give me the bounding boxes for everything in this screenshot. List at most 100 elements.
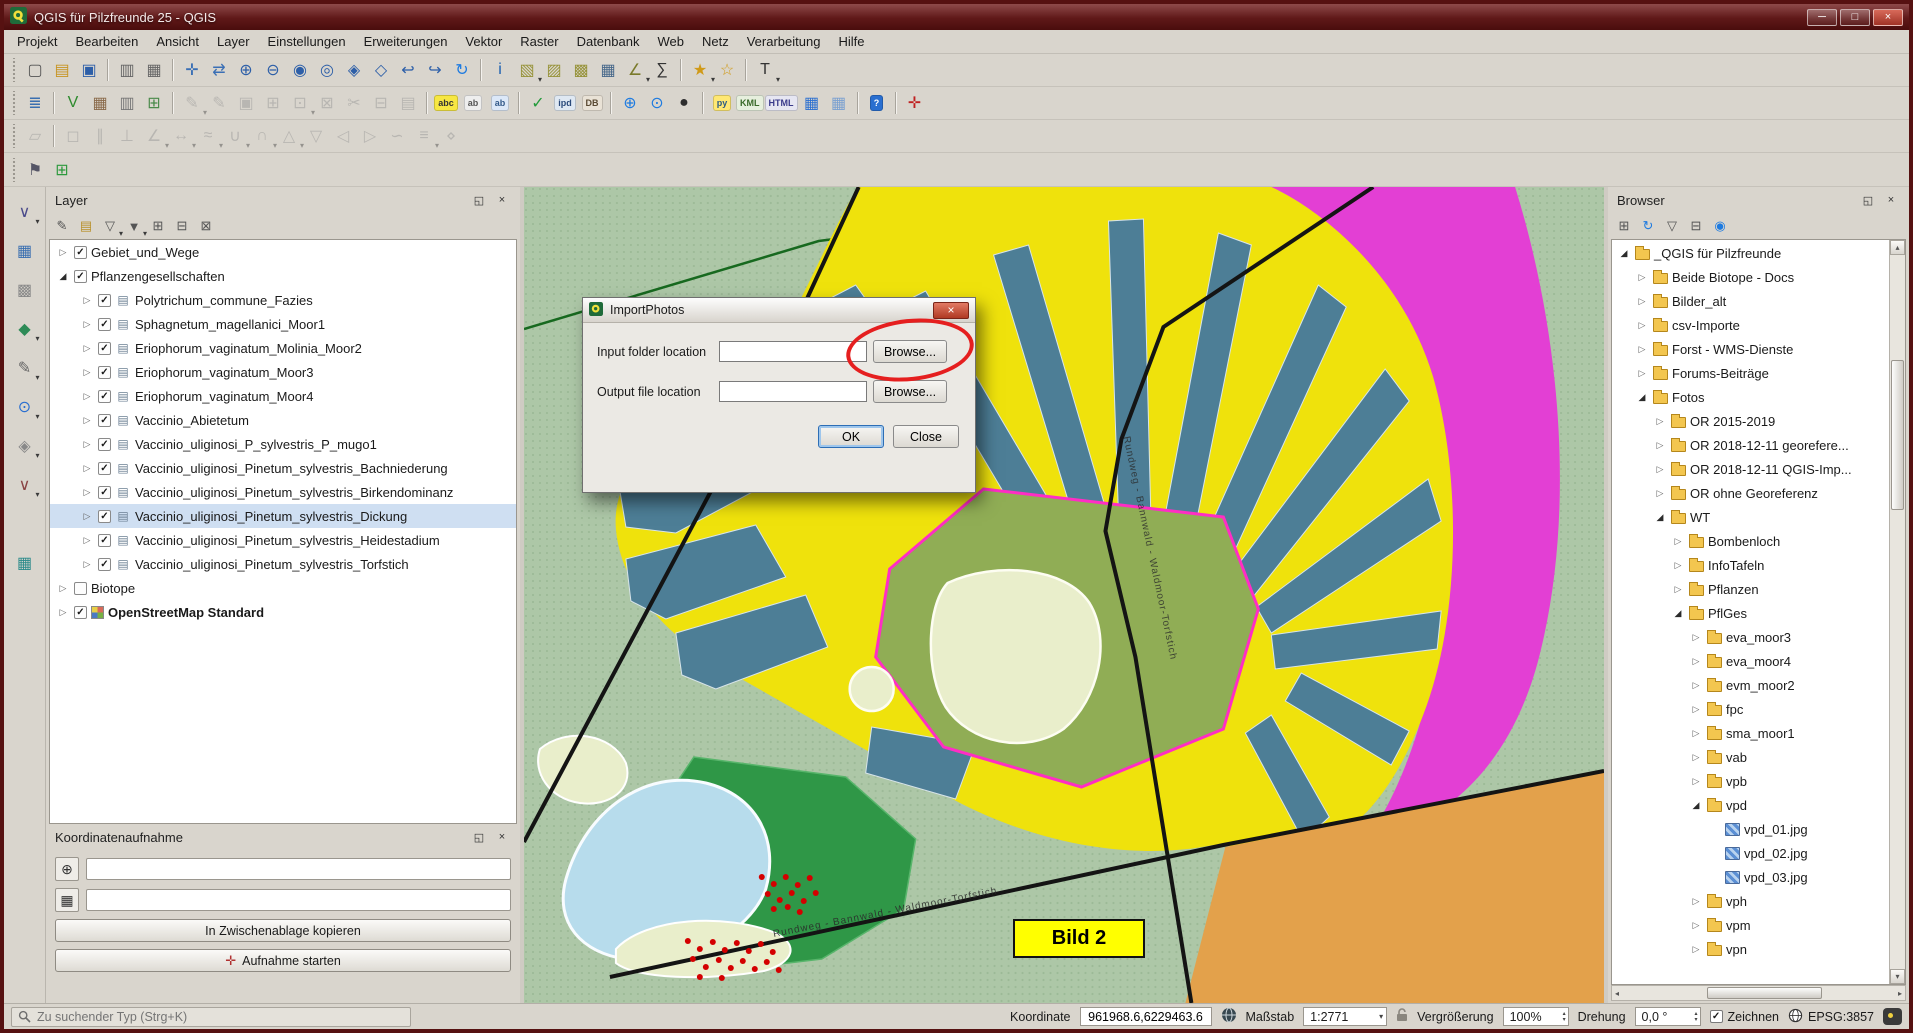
expander-icon[interactable]: [1689, 728, 1703, 739]
expander-icon[interactable]: [80, 415, 94, 426]
vector-digitize-tool[interactable]: ∨: [12, 199, 38, 225]
browser-tree-item[interactable]: WT: [1612, 505, 1888, 529]
trim-extend-tool[interactable]: ⋄: [438, 123, 464, 149]
browser-tree-item[interactable]: OR 2018-12-11 QGIS-Imp...: [1612, 457, 1888, 481]
new-raster-layer[interactable]: ▦: [87, 90, 113, 116]
text-annotation[interactable]: T: [752, 57, 778, 83]
layer-tree-item[interactable]: Vaccinio_uliginosi_Pinetum_sylvestris_Ba…: [50, 456, 516, 480]
menu-item[interactable]: Ansicht: [147, 31, 208, 52]
expander-icon[interactable]: [80, 295, 94, 306]
new-print-layout[interactable]: ▥: [114, 57, 140, 83]
lock-scale-icon[interactable]: [1396, 1008, 1408, 1025]
browser-tree-item[interactable]: eva_moor3: [1612, 625, 1888, 649]
expander-icon[interactable]: [80, 391, 94, 402]
expander-icon[interactable]: [1635, 320, 1649, 331]
browse-input-button[interactable]: Browse...: [873, 340, 947, 363]
extents-globe-icon[interactable]: [1221, 1007, 1237, 1026]
menu-item[interactable]: Web: [648, 31, 693, 52]
coordinate-display[interactable]: [1080, 1007, 1212, 1026]
chevron-down-icon[interactable]: ▾: [1379, 1012, 1383, 1021]
expander-icon[interactable]: [1617, 248, 1631, 259]
expander-icon[interactable]: [1671, 584, 1685, 595]
browser-tree-item[interactable]: PflGes: [1612, 601, 1888, 625]
expander-icon[interactable]: [1689, 800, 1703, 811]
processing-toolbox[interactable]: ✓: [525, 90, 551, 116]
help[interactable]: ?: [864, 90, 890, 116]
horizontal-scrollbar[interactable]: ◂ ▸: [1611, 985, 1906, 1001]
zoom-to-selection[interactable]: ◈: [341, 57, 367, 83]
table-view-tool[interactable]: ▦: [12, 550, 38, 576]
deselect-features[interactable]: ▨: [541, 57, 567, 83]
close-panel-icon[interactable]: ×: [493, 192, 511, 208]
menu-item[interactable]: Vektor: [456, 31, 511, 52]
menu-item[interactable]: Raster: [511, 31, 567, 52]
db-manager[interactable]: DB: [579, 90, 605, 116]
expander-icon[interactable]: [56, 583, 70, 594]
select-features[interactable]: ▧: [514, 57, 540, 83]
arc-tool[interactable]: ∪: [222, 123, 248, 149]
crs-button[interactable]: EPSG:3857: [1788, 1008, 1874, 1026]
browse-output-button[interactable]: Browse...: [873, 380, 947, 403]
float-panel-icon[interactable]: ◱: [470, 829, 488, 845]
layer-tree-item[interactable]: Gebiet_und_Wege: [50, 240, 516, 264]
layer-tree-item[interactable]: Eriophorum_vaginatum_Moor3: [50, 360, 516, 384]
expander-icon[interactable]: [56, 607, 70, 618]
layer-visibility-checkbox[interactable]: [74, 606, 87, 619]
parallel-constraint[interactable]: ∥: [87, 123, 113, 149]
layer-visibility-checkbox[interactable]: [98, 294, 111, 307]
expander-icon[interactable]: [1689, 632, 1703, 643]
coordinate-input[interactable]: [86, 858, 511, 880]
regular-polygon-tool[interactable]: △: [276, 123, 302, 149]
layer-visibility-checkbox[interactable]: [98, 438, 111, 451]
green-vertex-tool[interactable]: ◆: [12, 316, 38, 342]
close-dialog-button[interactable]: Close: [893, 425, 959, 448]
construction-mode[interactable]: ◻: [60, 123, 86, 149]
zoom-out[interactable]: ⊖: [260, 57, 286, 83]
layer-visibility-checkbox[interactable]: [98, 510, 111, 523]
new-bookmark[interactable]: ☆: [714, 57, 740, 83]
save-edits[interactable]: ▣: [233, 90, 259, 116]
expander-icon[interactable]: [1635, 368, 1649, 379]
browser-tree-item[interactable]: Beide Biotope - Docs: [1612, 265, 1888, 289]
expander-icon[interactable]: [1671, 536, 1685, 547]
expander-icon[interactable]: [80, 487, 94, 498]
layer-tree-item[interactable]: Vaccinio_uliginosi_Pinetum_sylvestris_He…: [50, 528, 516, 552]
search-input[interactable]: [37, 1010, 404, 1024]
zoom-native[interactable]: ◉: [287, 57, 313, 83]
coordinate-capture-icon[interactable]: ⊕: [55, 857, 79, 881]
messages-icon[interactable]: [1883, 1008, 1902, 1025]
distance-constraint[interactable]: ↔: [168, 123, 194, 149]
expander-icon[interactable]: [80, 463, 94, 474]
import-photos[interactable]: ⚑: [22, 157, 48, 183]
scrollbar-thumb[interactable]: [1891, 360, 1904, 510]
enable-advanced-digitizing[interactable]: ▱: [22, 123, 48, 149]
dialog-title-bar[interactable]: ImportPhotos ×: [583, 298, 975, 323]
rotation-spinbox[interactable]: 0,0 ° ▴▾: [1635, 1007, 1701, 1026]
add-photos[interactable]: ⊞: [49, 157, 75, 183]
render-checkbox[interactable]: [1710, 1010, 1723, 1023]
measure[interactable]: ∠: [622, 57, 648, 83]
layer-labeling[interactable]: abc: [433, 90, 459, 116]
layer-visibility-checkbox[interactable]: [74, 270, 87, 283]
menu-item[interactable]: Projekt: [8, 31, 66, 52]
add-selected-layers[interactable]: ⊞: [1613, 215, 1635, 237]
refresh-map[interactable]: ↻: [449, 57, 475, 83]
save-project[interactable]: ▣: [76, 57, 102, 83]
refresh-browser[interactable]: ↻: [1637, 215, 1659, 237]
browser-properties[interactable]: ◉: [1709, 215, 1731, 237]
magnifier-spinbox[interactable]: 100% ▴▾: [1503, 1007, 1569, 1026]
angle-constraint[interactable]: ∠: [141, 123, 167, 149]
kml-tools[interactable]: KML: [736, 90, 764, 116]
scroll-down-icon[interactable]: ▾: [1890, 969, 1905, 984]
scroll-right-icon[interactable]: ▸: [1898, 989, 1902, 998]
layer-visibility-checkbox[interactable]: [98, 486, 111, 499]
copy-to-clipboard-button[interactable]: In Zwischenablage kopieren: [55, 919, 511, 942]
red-vertex-tool[interactable]: ∨: [12, 472, 38, 498]
scroll-up-icon[interactable]: ▴: [1890, 240, 1905, 255]
layer-tree-item[interactable]: Polytrichum_commune_Fazies: [50, 288, 516, 312]
pan-map[interactable]: ✛: [179, 57, 205, 83]
layer-visibility-checkbox[interactable]: [98, 366, 111, 379]
gray-shape-tool[interactable]: ◈: [12, 433, 38, 459]
expander-icon[interactable]: [1689, 776, 1703, 787]
scale-combobox[interactable]: 1:2771 ▾: [1303, 1007, 1387, 1026]
